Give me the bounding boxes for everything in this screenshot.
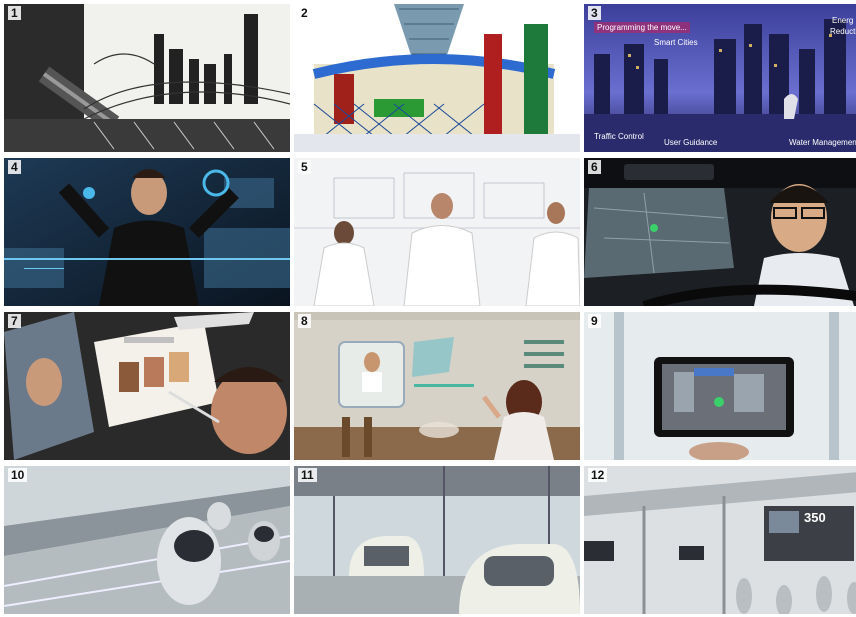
panel-10: 10 bbox=[4, 466, 290, 617]
panel-number: 7 bbox=[8, 314, 21, 328]
pod-station-photo bbox=[294, 466, 580, 614]
panel-12: 12 350 bbox=[584, 466, 856, 617]
ar-street-render bbox=[584, 466, 856, 614]
panel-number: 12 bbox=[588, 468, 608, 482]
panel-number: 11 bbox=[298, 468, 317, 482]
panel-number: 10 bbox=[8, 468, 28, 482]
panel-number: 9 bbox=[588, 314, 601, 328]
panel-2: 2 bbox=[294, 4, 580, 152]
driver-dashboard-photo bbox=[584, 158, 856, 306]
panel-1: 1 bbox=[4, 4, 290, 152]
caption-programming: Programming the move... bbox=[594, 22, 690, 33]
panel-6: 6 bbox=[584, 158, 856, 306]
panel-9: 9 bbox=[584, 312, 856, 460]
panel-8: 8 bbox=[294, 312, 580, 460]
caption-water-management: Water Managemen bbox=[789, 138, 856, 147]
gesture-interface-photo bbox=[4, 158, 290, 306]
panel-number: 2 bbox=[298, 6, 311, 20]
makeup-palette-photo bbox=[4, 312, 290, 460]
kitchen-display-photo bbox=[294, 312, 580, 460]
caption-reduction: Reducti bbox=[830, 27, 856, 36]
collage-grid: 1 2 3 Programming the move... Smart Citi… bbox=[4, 4, 856, 617]
panel-number: 5 bbox=[298, 160, 311, 174]
panel-7: 7 bbox=[4, 312, 290, 460]
white-pods-photo bbox=[294, 158, 580, 306]
panel-5: 5 bbox=[294, 158, 580, 306]
panel-4: 4 bbox=[4, 158, 290, 306]
panel-number: 1 bbox=[8, 6, 21, 20]
ar-value-label: 350 bbox=[804, 510, 826, 525]
caption-energy: Energ bbox=[832, 16, 854, 25]
panel-number: 3 bbox=[588, 6, 601, 20]
panel-3: 3 Programming the move... Smart Cities E… bbox=[584, 4, 856, 152]
megastructure-drawing bbox=[294, 4, 580, 152]
panel-number: 8 bbox=[298, 314, 311, 328]
pod-vehicles-render bbox=[4, 466, 290, 614]
panel-number: 4 bbox=[8, 160, 21, 174]
handheld-tablet-photo bbox=[584, 312, 856, 460]
panel-11: 11 bbox=[294, 466, 580, 617]
etching-city-illustration bbox=[4, 4, 290, 152]
caption-traffic-control: Traffic Control bbox=[594, 132, 644, 141]
caption-smart-cities: Smart Cities bbox=[654, 38, 698, 47]
caption-user-guidance: User Guidance bbox=[664, 138, 718, 147]
panel-number: 6 bbox=[588, 160, 601, 174]
